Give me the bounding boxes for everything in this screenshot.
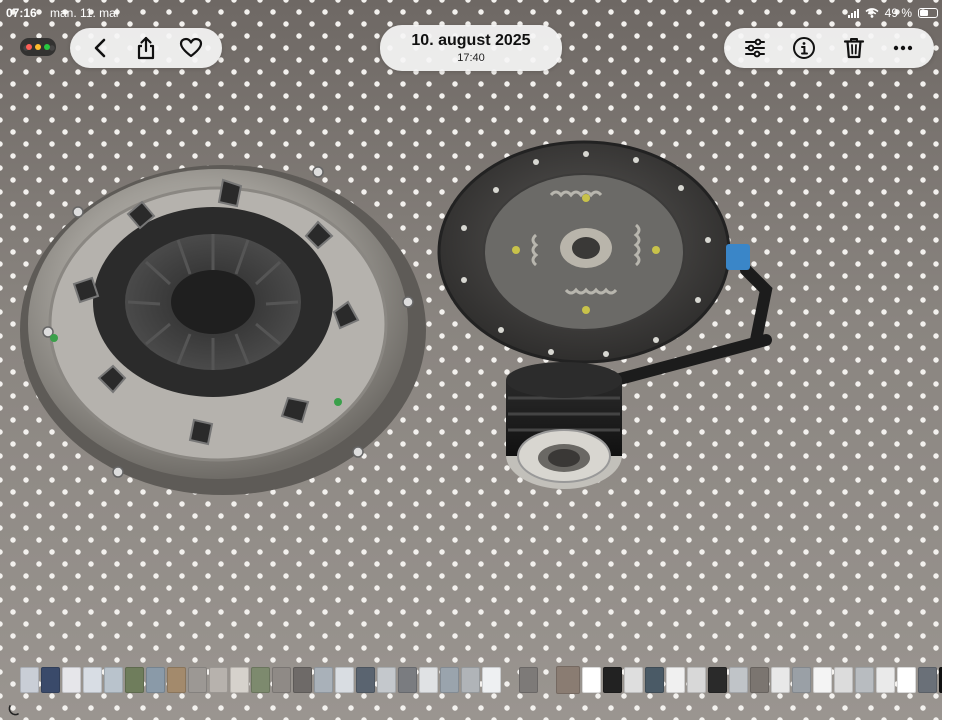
share-button[interactable] xyxy=(131,33,161,63)
thumbnail[interactable] xyxy=(419,667,438,693)
window-controls[interactable] xyxy=(20,38,56,56)
battery-icon xyxy=(918,8,938,18)
thumbnail[interactable] xyxy=(398,667,417,693)
thumbnail[interactable] xyxy=(272,667,291,693)
thumbnail[interactable] xyxy=(209,667,228,693)
thumbnail[interactable] xyxy=(377,667,396,693)
thumbnail[interactable] xyxy=(482,667,501,693)
more-button[interactable] xyxy=(888,33,918,63)
thumbnail[interactable] xyxy=(356,667,375,693)
thumbnail[interactable] xyxy=(813,667,832,693)
window-edge xyxy=(942,0,960,720)
thumbnail[interactable] xyxy=(41,667,60,693)
status-time: 07:16 xyxy=(6,6,37,20)
thumbnail[interactable] xyxy=(146,667,165,693)
thumbnail[interactable] xyxy=(645,667,664,693)
trash-icon xyxy=(843,38,864,59)
status-indicators: 49 % xyxy=(847,6,938,20)
thumbnail[interactable] xyxy=(251,667,270,693)
thumbnail[interactable] xyxy=(230,667,249,693)
status-bar: 07:16 man. 11. mai 49 % xyxy=(0,0,942,24)
thumbnail[interactable] xyxy=(897,667,916,693)
thumbnail[interactable] xyxy=(666,667,685,693)
thumbnail-current[interactable] xyxy=(556,666,580,694)
minimize-window-dot[interactable] xyxy=(35,44,41,50)
thumbnail[interactable] xyxy=(918,667,937,693)
thumbnail[interactable] xyxy=(729,667,748,693)
cellular-signal-icon xyxy=(847,8,859,18)
thumbnail[interactable] xyxy=(582,667,601,693)
thumbnail[interactable] xyxy=(20,667,39,693)
right-toolbar xyxy=(724,28,934,68)
photo-title[interactable]: 10. august 2025 17:40 xyxy=(380,25,562,71)
close-window-dot[interactable] xyxy=(26,44,32,50)
thumbnail[interactable] xyxy=(188,667,207,693)
photo-date: 10. august 2025 xyxy=(411,32,531,49)
thumbnail[interactable] xyxy=(125,667,144,693)
thumbnail[interactable] xyxy=(461,667,480,693)
heart-icon xyxy=(180,37,203,58)
thumbnail-strip[interactable] xyxy=(20,666,942,694)
thumbnail[interactable] xyxy=(293,667,312,693)
left-toolbar xyxy=(70,28,222,68)
thumbnail[interactable] xyxy=(855,667,874,693)
thumbnail[interactable] xyxy=(687,667,706,693)
thumbnail[interactable] xyxy=(62,667,81,693)
adjust-button[interactable] xyxy=(740,33,770,63)
info-icon xyxy=(793,37,816,59)
thumbnail[interactable] xyxy=(876,667,895,693)
thumbnail[interactable] xyxy=(771,667,790,693)
clutch-pressure-plate xyxy=(20,165,426,495)
photo-view[interactable]: 07:16 man. 11. mai 49 % 10. august 2025 … xyxy=(0,0,942,720)
info-button[interactable] xyxy=(789,33,819,63)
thumbnail[interactable] xyxy=(603,667,622,693)
thumbnail[interactable] xyxy=(750,667,769,693)
thumbnail[interactable] xyxy=(314,667,333,693)
thumbnail[interactable] xyxy=(440,667,459,693)
wifi-icon xyxy=(865,8,879,18)
battery-percentage: 49 % xyxy=(884,6,912,20)
thumbnail[interactable] xyxy=(83,667,102,693)
back-button[interactable] xyxy=(86,33,116,63)
adjust-icon xyxy=(744,38,765,58)
back-icon xyxy=(94,38,105,58)
more-icon xyxy=(894,45,913,51)
thumbnail[interactable] xyxy=(167,667,186,693)
thumbnail[interactable] xyxy=(792,667,811,693)
thumbnail[interactable] xyxy=(104,667,123,693)
thumbnail[interactable] xyxy=(834,667,853,693)
delete-button[interactable] xyxy=(839,33,869,63)
loading-spinner-icon xyxy=(8,705,19,716)
photo-time: 17:40 xyxy=(457,52,485,64)
thumbnail[interactable] xyxy=(624,667,643,693)
thumbnail[interactable] xyxy=(519,667,538,693)
status-date: man. 11. mai xyxy=(50,6,119,20)
share-icon xyxy=(137,36,155,60)
favorite-button[interactable] xyxy=(176,33,206,63)
zoom-window-dot[interactable] xyxy=(44,44,50,50)
clutch-disc-and-release-bearing xyxy=(437,140,773,489)
thumbnail[interactable] xyxy=(708,667,727,693)
thumbnail[interactable] xyxy=(335,667,354,693)
